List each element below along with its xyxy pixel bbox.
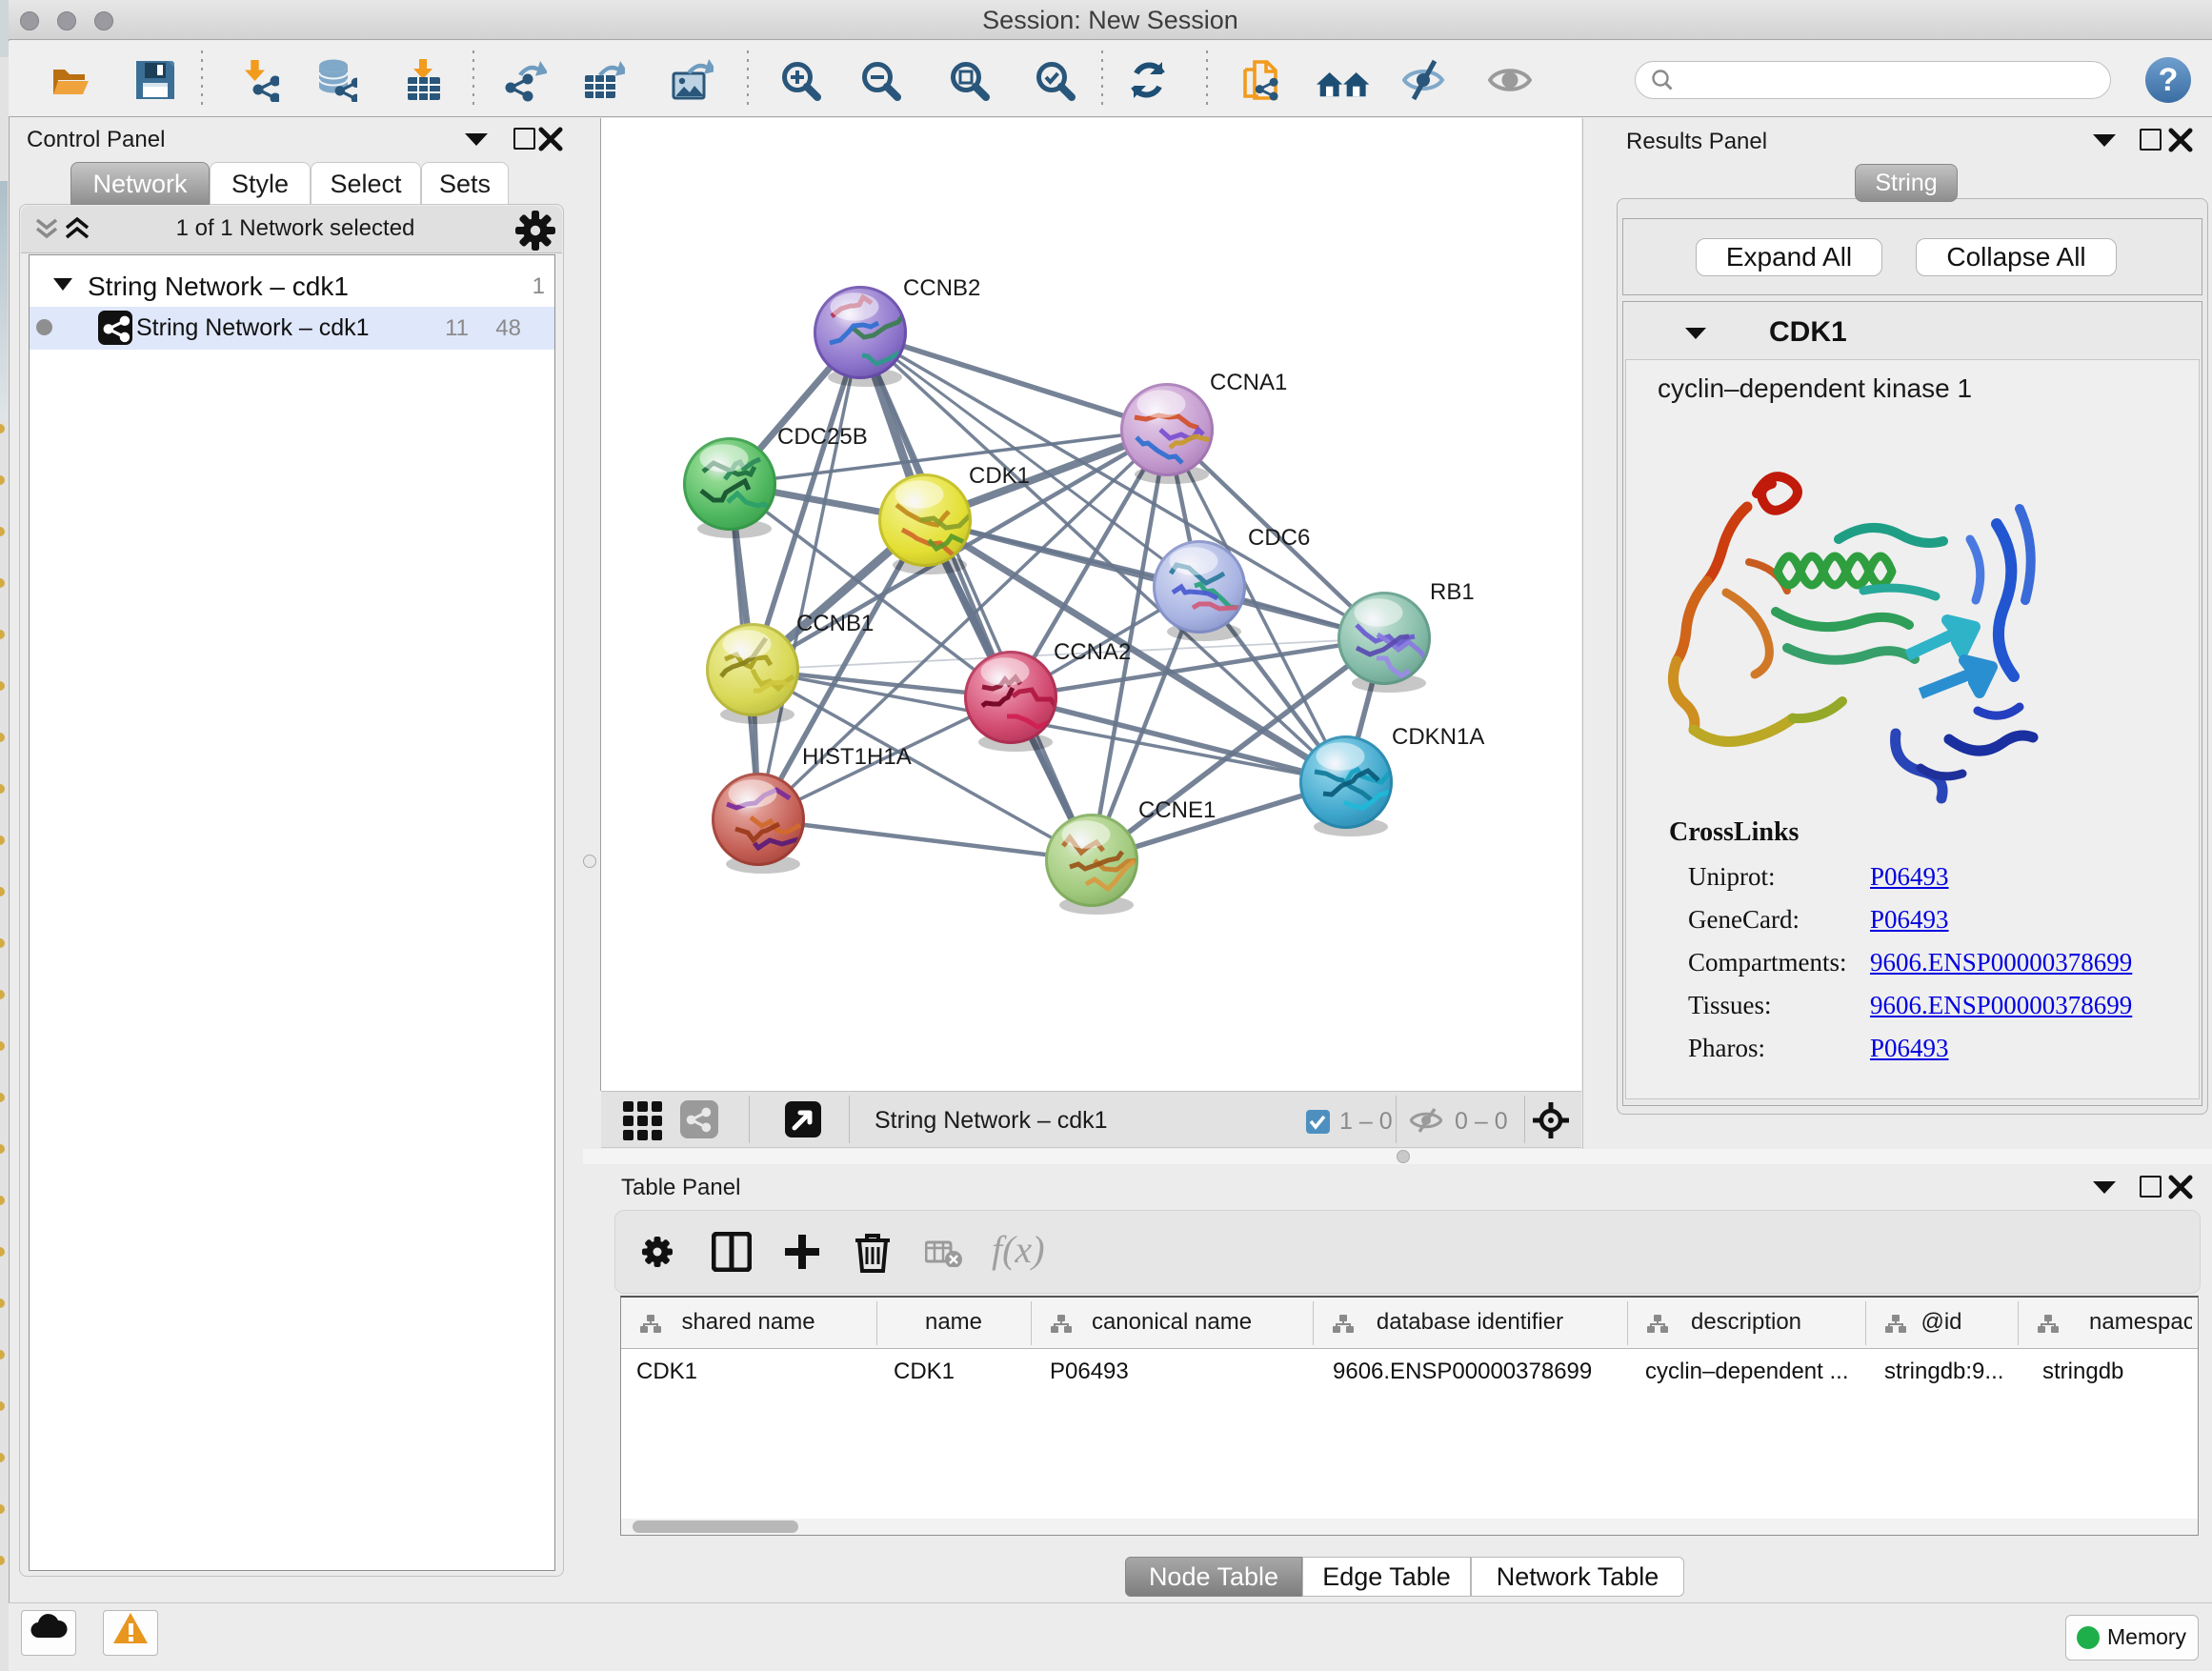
svg-text:CCNA2: CCNA2 <box>1054 639 1131 665</box>
svg-text:CCNB1: CCNB1 <box>796 611 874 636</box>
svg-text:CDC6: CDC6 <box>1248 525 1310 551</box>
svg-text:CCNB2: CCNB2 <box>903 275 980 301</box>
svg-text:CCNE1: CCNE1 <box>1138 797 1216 823</box>
svg-text:CDK1: CDK1 <box>969 463 1030 489</box>
svg-text:HIST1H1A: HIST1H1A <box>802 744 912 770</box>
svg-text:CDC25B: CDC25B <box>777 424 868 450</box>
svg-text:CDKN1A: CDKN1A <box>1392 724 1484 750</box>
svg-text:RB1: RB1 <box>1430 579 1475 605</box>
svg-text:CCNA1: CCNA1 <box>1210 370 1287 395</box>
